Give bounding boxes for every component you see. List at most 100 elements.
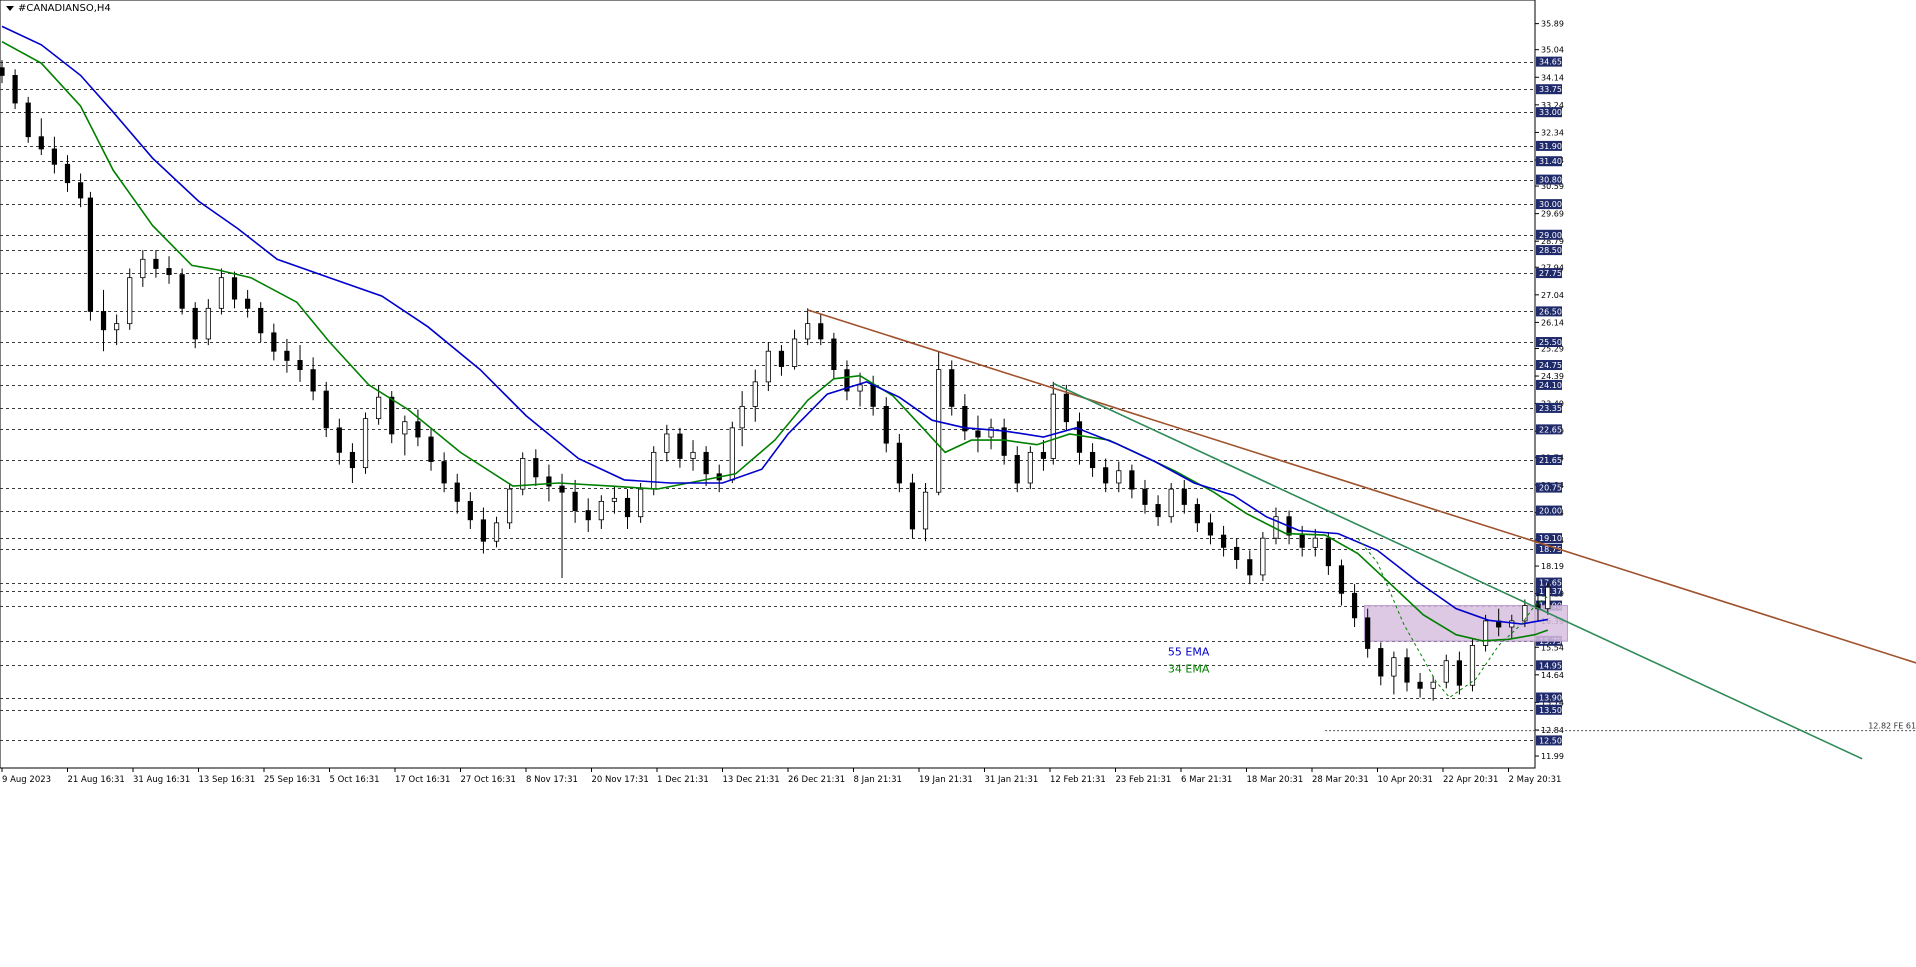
candle-body-bull [1391,657,1397,677]
candle-body-bear [12,75,18,104]
candle [1050,381,1056,465]
candle [507,483,513,529]
candle-body-bear [870,384,876,407]
candle-body-bull [1482,620,1489,646]
candle-body-bear [25,102,31,138]
candle-body-bear [1181,488,1187,505]
level-label: 14.95 [1539,661,1562,670]
candle-body-bear [533,458,539,478]
chart-area: #CANADIANSO,H4 35.89 35.04 34.14 33.24 32.34… [0,0,1916,963]
level-label: 20.00 [1539,507,1562,516]
candle-body-bear [1456,660,1462,686]
candle-body-bear [51,148,58,165]
candle-body-bull [729,427,735,481]
candle-body-bear [1001,427,1007,456]
x-tick-label: 23 Feb 21:31 [1116,775,1172,785]
x-tick-label: 18 Mar 20:31 [1247,775,1304,785]
candle-body-bull [805,323,811,340]
x-tick-label: 9 Aug 2023 [2,775,51,785]
candle [87,191,94,321]
y-tick-label: 29.69 [1541,210,1564,219]
x-tick-label: 13 Dec 21:31 [723,775,780,785]
level-label: 29.00 [1539,231,1562,240]
candle-body-bear [1040,451,1047,459]
candle-body-bear [284,350,290,361]
candle-body-bear [559,485,565,493]
level-label: 31.40 [1539,157,1562,166]
candle-body-bear [818,323,824,340]
level-label: 30.00 [1539,200,1562,209]
x-tick-label: 1 Dec 21:31 [657,775,709,785]
candle-body-bull [218,277,225,309]
ema34-annotation: 34 EMA [1168,662,1210,675]
candle-body-bear [1063,393,1069,423]
candle-body-bull [493,522,500,542]
candle-body-bull [651,451,657,490]
candle-body-bear [1129,470,1135,490]
candle-body-bull [1116,470,1122,484]
x-tick-label: 6 Mar 21:31 [1181,775,1232,785]
candle-body-bear [258,307,264,334]
candle-body-bull [140,258,146,279]
candle-body-bear [1220,534,1227,548]
candle-body-bull [1027,451,1033,484]
candle-body-bull [611,497,618,502]
candle-body-bear [389,396,395,435]
candle-body-bear [100,310,107,331]
candle-body-bear [546,476,552,487]
candle-body-bear [0,67,5,76]
candle-body-bear [1404,657,1410,683]
candle [1260,532,1266,582]
candle-body-bull [114,323,120,331]
y-tick-label: 35.04 [1541,46,1564,55]
candle-body-bear [349,451,356,469]
consolidation-zone [1363,605,1568,642]
level-label: 26.50 [1539,307,1562,316]
candle-body-bear [415,421,421,438]
candle-body-bear [778,350,785,367]
candle-body-bear [441,461,447,484]
candle-body-bear [1014,455,1020,484]
symbol-label: #CANADIANSO,H4 [6,3,111,14]
candle-body-bull [1443,660,1449,683]
candle-body-bull [765,350,771,383]
x-tick-label: 19 Jan 21:31 [919,775,973,785]
candle-body-bear [179,274,185,309]
candle-body-bull [1260,537,1266,576]
level-label: 24.75 [1539,361,1562,370]
dropdown-triangle-icon[interactable] [6,5,14,11]
plot-frame [0,0,1536,769]
x-tick-label: 22 Apr 20:31 [1443,775,1498,785]
candle-body-bear [87,197,94,312]
candle-body-bull [791,338,798,367]
candle-body-bear [38,136,44,150]
x-tick-label: 21 Aug 16:31 [68,775,125,785]
candle-body-bear [310,369,316,392]
y-tick-label: 26.14 [1541,318,1564,327]
candle-body-bear [896,442,902,484]
level-label: 12.50 [1539,736,1562,745]
candle-body-bear [192,307,198,340]
candle-body-bear [153,258,159,269]
level-label: 28.50 [1539,246,1562,255]
ema55-annotation: 55 EMA [1168,646,1210,659]
x-tick-label: 10 Apr 20:31 [1378,775,1433,785]
level-label: 17.37 [1539,587,1562,596]
candle-body-bear [1089,451,1096,469]
candle-body-bear [975,430,981,438]
candle-body-bull [936,369,942,493]
x-tick-label: 13 Sep 16:31 [199,775,256,785]
level-label: 22.65 [1539,425,1562,434]
candle-body-bear [245,298,251,309]
x-tick-label: 2 May 20:31 [1509,775,1562,785]
candle-body-bull [507,488,513,524]
x-tick-label: 31 Jan 21:31 [985,775,1039,785]
level-label: 19.10 [1539,534,1562,543]
candle [520,452,526,496]
candle-body-bull [402,421,408,435]
candle-body-bear [1194,504,1200,524]
y-axis-ticks: 35.8935.0434.1433.2432.3431.4430.5929.69… [1535,20,1564,761]
candle-body-bull [1050,393,1056,459]
candle [362,412,369,474]
x-tick-label: 26 Dec 21:31 [788,775,845,785]
